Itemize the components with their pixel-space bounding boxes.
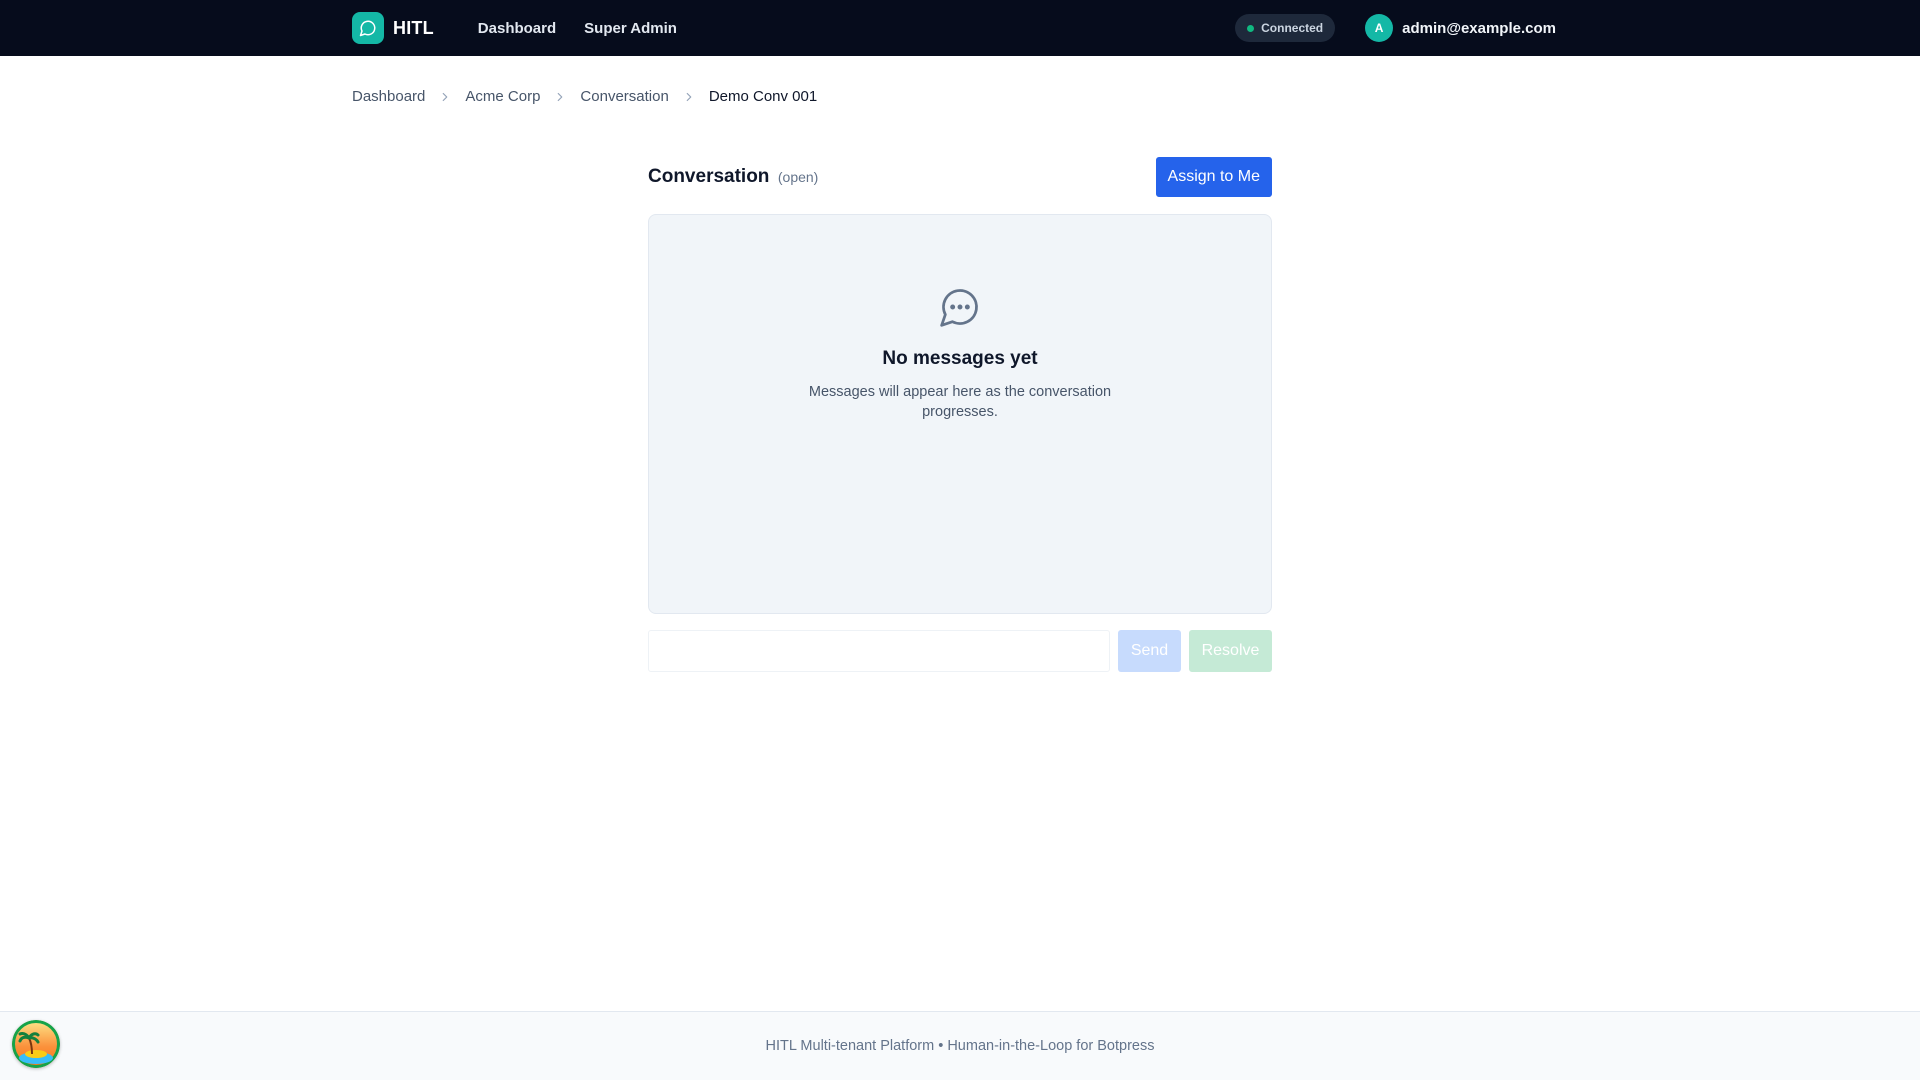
send-button[interactable]: Send xyxy=(1118,630,1181,672)
nav-link-dashboard[interactable]: Dashboard xyxy=(478,20,556,37)
chat-logo-icon xyxy=(352,12,384,44)
messages-panel: No messages yet Messages will appear her… xyxy=(648,214,1272,614)
page-title: Conversation xyxy=(648,166,770,187)
chat-bubble-icon xyxy=(938,285,982,334)
brand-name: HITL xyxy=(393,17,434,38)
breadcrumb-acme-corp[interactable]: Acme Corp xyxy=(465,88,540,105)
floating-island-badge-icon[interactable] xyxy=(12,1020,60,1068)
empty-state-subtitle: Messages will appear here as the convers… xyxy=(808,384,1112,420)
conversation-header: Conversation (open) Assign to Me xyxy=(648,157,1272,197)
empty-state-title: No messages yet xyxy=(882,348,1038,369)
connection-status-badge: Connected xyxy=(1235,14,1336,42)
user-menu[interactable]: A admin@example.com xyxy=(1365,14,1556,42)
conversation-main: Conversation (open) Assign to Me No mess… xyxy=(648,157,1272,672)
nav-right: Connected A admin@example.com xyxy=(1235,14,1556,42)
chevron-right-icon xyxy=(553,90,567,104)
conversation-status: (open) xyxy=(777,169,819,185)
user-email: admin@example.com xyxy=(1402,19,1556,37)
footer-text: HITL Multi-tenant Platform • Human-in-th… xyxy=(765,1038,1155,1054)
nav-link-super-admin[interactable]: Super Admin xyxy=(584,20,677,37)
footer: HITL Multi-tenant Platform • Human-in-th… xyxy=(0,1011,1920,1080)
chevron-right-icon xyxy=(438,90,452,104)
message-composer: Send Resolve xyxy=(648,630,1272,672)
breadcrumb-current: Demo Conv 001 xyxy=(708,88,818,105)
top-nav-inner: HITL Dashboard Super Admin Connected A a… xyxy=(352,0,1556,56)
top-nav-bar: HITL Dashboard Super Admin Connected A a… xyxy=(0,0,1920,56)
breadcrumb: Dashboard Acme Corp Conversation Demo Co… xyxy=(352,88,817,105)
chevron-right-icon xyxy=(682,90,696,104)
conversation-heading: Conversation (open) xyxy=(648,166,818,188)
nav-left: HITL Dashboard Super Admin xyxy=(352,12,705,44)
resolve-button[interactable]: Resolve xyxy=(1189,630,1272,672)
assign-to-me-button[interactable]: Assign to Me xyxy=(1155,157,1272,197)
brand-link[interactable]: HITL xyxy=(352,12,434,44)
avatar: A xyxy=(1365,14,1394,42)
connection-status-label: Connected xyxy=(1261,21,1324,35)
breadcrumb-dashboard[interactable]: Dashboard xyxy=(352,88,425,105)
message-input[interactable] xyxy=(648,630,1110,672)
status-dot-icon xyxy=(1247,24,1255,32)
breadcrumb-conversation[interactable]: Conversation xyxy=(580,88,668,105)
